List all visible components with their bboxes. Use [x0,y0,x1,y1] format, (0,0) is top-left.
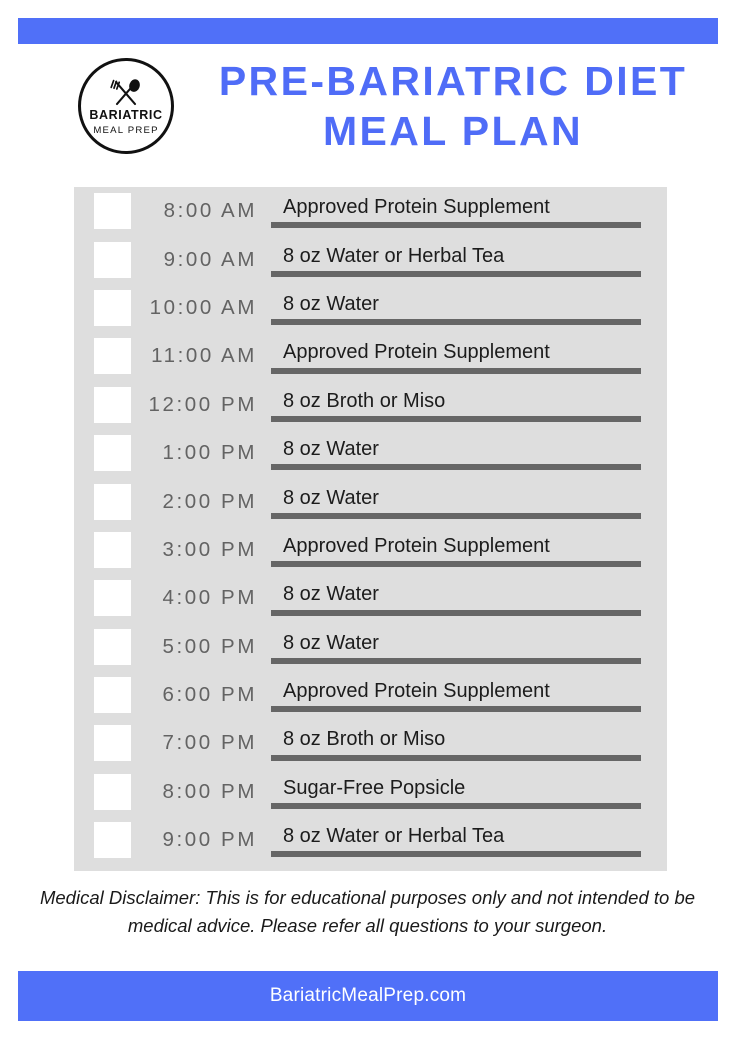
row-time: 9:00 AM [163,247,257,271]
schedule-row: 1:00 PM 8 oz Water [74,429,667,477]
meal-plan-page: BARIATRIC MEAL PREP PRE-BARIATRIC DIET M… [0,0,735,1040]
bottom-accent-bar: BariatricMealPrep.com [18,971,718,1021]
row-entry[interactable]: 8 oz Water or Herbal Tea [271,235,641,283]
row-checkbox[interactable] [94,531,131,568]
row-entry[interactable]: 8 oz Water or Herbal Tea [271,816,641,864]
row-entry-rule [271,319,641,326]
row-checkbox[interactable] [94,386,131,423]
row-entry-text: 8 oz Water [283,583,379,606]
row-entry[interactable]: Approved Protein Supplement [271,332,641,380]
row-entry-text: 8 oz Water [283,486,379,509]
row-time: 4:00 PM [162,586,257,610]
row-entry-rule [271,706,641,713]
page-title-line-2: MEAL PLAN [322,108,583,155]
row-entry[interactable]: 8 oz Water [271,284,641,332]
row-entry-rule [271,270,641,277]
row-entry-rule [271,657,641,664]
row-time: 1:00 PM [162,441,257,465]
row-time: 3:00 PM [162,537,257,561]
row-checkbox[interactable] [94,435,131,472]
brand-logo: BARIATRIC MEAL PREP [78,58,174,154]
row-entry-rule [271,851,641,858]
row-entry-text: 8 oz Water [283,438,379,461]
row-time: 2:00 PM [162,489,257,513]
row-entry[interactable]: Approved Protein Supplement [271,671,641,719]
logo-brand-tagline: MEAL PREP [93,125,159,137]
row-entry-rule [271,367,641,374]
row-time: 11:00 AM [151,344,257,368]
row-time: 8:00 PM [162,779,257,803]
row-entry[interactable]: Approved Protein Supplement [271,526,641,574]
website-link[interactable]: BariatricMealPrep.com [270,985,466,1007]
logo-brand-name: BARIATRIC [89,107,163,122]
row-entry-text: 8 oz Water or Herbal Tea [283,825,505,848]
row-checkbox[interactable] [94,822,131,859]
row-entry-text: Approved Protein Supplement [283,196,550,219]
schedule-row: 6:00 PM Approved Protein Supplement [74,671,667,719]
row-checkbox[interactable] [94,677,131,714]
row-entry-rule [271,561,641,568]
schedule-row: 12:00 PM 8 oz Broth or Miso [74,381,667,429]
row-time: 8:00 AM [163,199,257,223]
row-entry-rule [271,754,641,761]
row-entry-text: Sugar-Free Popsicle [283,776,466,799]
row-entry[interactable]: 8 oz Broth or Miso [271,381,641,429]
row-entry-text: 8 oz Broth or Miso [283,728,446,751]
row-entry-text: 8 oz Water or Herbal Tea [283,244,505,267]
row-entry-text: 8 oz Broth or Miso [283,389,446,412]
page-title-line-1: PRE-BARIATRIC DIET [218,58,688,104]
schedule-row: 8:00 AM Approved Protein Supplement [74,187,667,235]
row-entry[interactable]: Approved Protein Supplement [271,187,641,235]
row-entry-rule [271,464,641,471]
top-accent-bar [18,18,718,44]
row-entry-rule [271,222,641,229]
row-entry[interactable]: 8 oz Water [271,623,641,671]
schedule-row: 3:00 PM Approved Protein Supplement [74,526,667,574]
schedule-row: 4:00 PM 8 oz Water [74,574,667,622]
schedule-row: 2:00 PM 8 oz Water [74,477,667,525]
row-entry-text: Approved Protein Supplement [283,680,550,703]
schedule-row: 9:00 PM 8 oz Water or Herbal Tea [74,816,667,864]
row-entry-text: 8 oz Water [283,631,379,654]
row-entry-text: Approved Protein Supplement [283,341,550,364]
row-entry-rule [271,415,641,422]
row-checkbox[interactable] [94,338,131,375]
schedule-row: 11:00 AM Approved Protein Supplement [74,332,667,380]
row-time: 7:00 PM [162,731,257,755]
row-entry-rule [271,609,641,616]
fork-and-spoon-icon [110,79,140,105]
schedule-panel: 8:00 AM Approved Protein Supplement 9:00 A… [74,187,667,871]
row-entry[interactable]: Sugar-Free Popsicle [271,768,641,816]
row-entry-text: Approved Protein Supplement [283,534,550,557]
row-checkbox[interactable] [94,289,131,326]
schedule-row: 8:00 PM Sugar-Free Popsicle [74,768,667,816]
row-time: 5:00 PM [162,634,257,658]
row-entry-rule [271,512,641,519]
row-time: 12:00 PM [148,392,257,416]
row-time: 6:00 PM [162,683,257,707]
page-title: PRE-BARIATRIC DIET MEAL PLAN [188,56,718,156]
schedule-row: 5:00 PM 8 oz Water [74,623,667,671]
row-entry[interactable]: 8 oz Broth or Miso [271,719,641,767]
schedule-row: 7:00 PM 8 oz Broth or Miso [74,719,667,767]
row-entry-rule [271,803,641,810]
row-checkbox[interactable] [94,193,131,230]
row-entry-text: 8 oz Water [283,292,379,315]
header: BARIATRIC MEAL PREP PRE-BARIATRIC DIET M… [18,52,718,174]
row-time: 9:00 PM [162,828,257,852]
row-checkbox[interactable] [94,628,131,665]
row-entry[interactable]: 8 oz Water [271,574,641,622]
row-checkbox[interactable] [94,773,131,810]
row-entry[interactable]: 8 oz Water [271,477,641,525]
row-checkbox[interactable] [94,483,131,520]
row-time: 10:00 AM [149,295,257,319]
schedule-row: 10:00 AM 8 oz Water [74,284,667,332]
row-checkbox[interactable] [94,241,131,278]
row-entry[interactable]: 8 oz Water [271,429,641,477]
row-checkbox[interactable] [94,725,131,762]
row-checkbox[interactable] [94,580,131,617]
schedule-row: 9:00 AM 8 oz Water or Herbal Tea [74,235,667,283]
medical-disclaimer: Medical Disclaimer: This is for educatio… [39,887,696,936]
